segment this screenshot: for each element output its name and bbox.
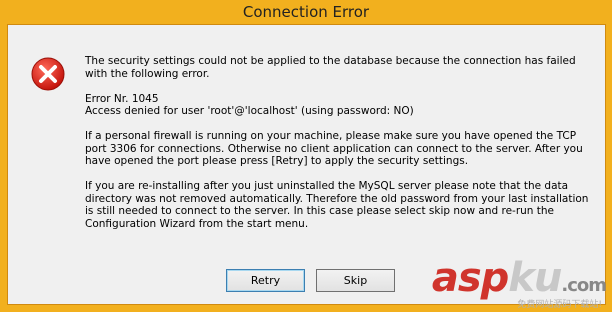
message-paragraph-intro: The security settings could not be appli… (85, 55, 576, 80)
watermark-ku: ku (508, 255, 562, 301)
dialog-window: Connection Error The security settings c… (0, 0, 612, 312)
error-message: The security settings could not be appli… (85, 55, 595, 243)
watermark-asp: asp (431, 255, 509, 301)
message-paragraph-error-code: Error Nr. 1045 Access denied for user 'r… (85, 92, 414, 118)
watermark-subtitle: 免费网站源码下载站! (517, 300, 602, 310)
window-title: Connection Error (0, 0, 612, 24)
retry-button[interactable]: Retry (226, 269, 305, 292)
message-paragraph-firewall: If a personal firewall is running on you… (85, 130, 583, 167)
skip-button[interactable]: Skip (316, 269, 395, 292)
error-icon (31, 57, 65, 91)
message-paragraph-reinstall: If you are re-installing after you just … (85, 180, 589, 230)
watermark-com: .com (561, 275, 607, 296)
